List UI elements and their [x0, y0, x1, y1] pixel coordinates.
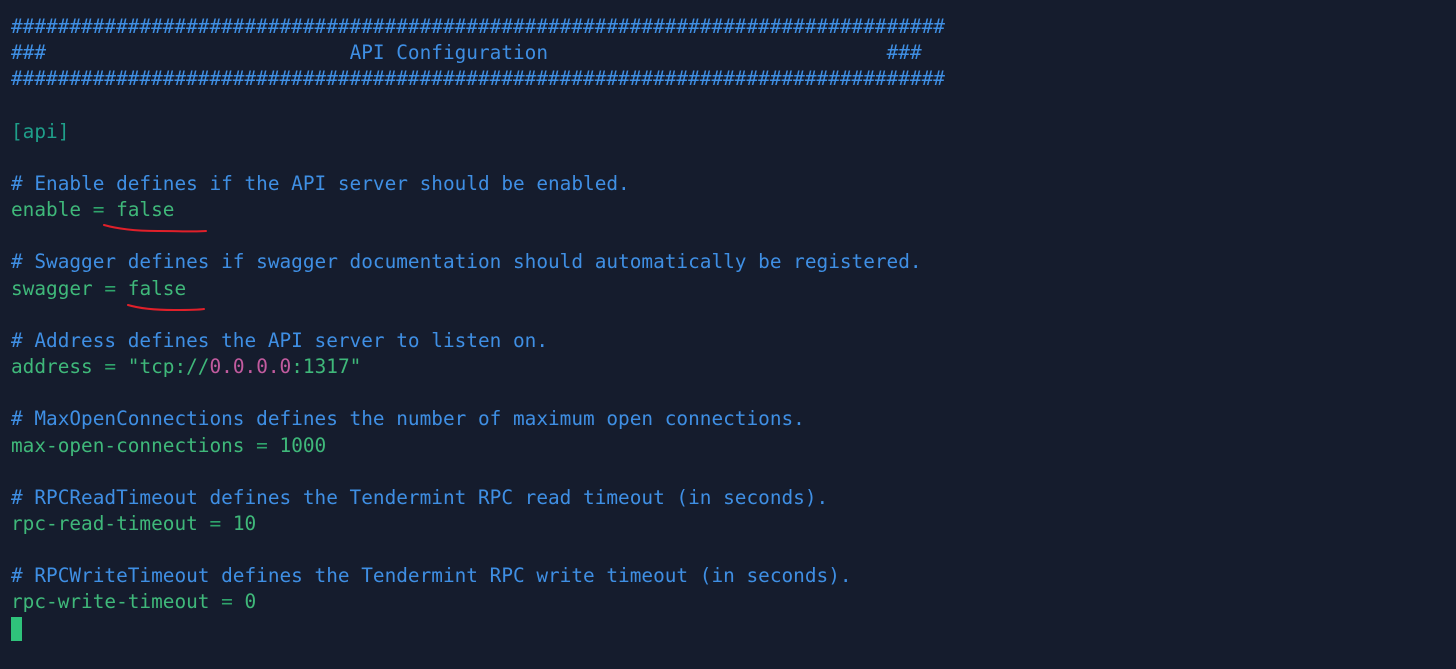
setting-operator: =	[197, 511, 233, 535]
terminal-output[interactable]: ########################################…	[11, 14, 1451, 642]
header-title-prefix: ###	[11, 41, 47, 65]
setting-comment-enable: # Enable defines if the API server shoul…	[11, 171, 630, 195]
setting-key-rpc-read-timeout: rpc-read-timeout	[11, 511, 198, 535]
header-border-top: ########################################…	[11, 15, 945, 38]
setting-operator: =	[92, 276, 128, 300]
header-title-pad-right	[548, 41, 887, 64]
setting-comment-rpc-write-timeout: # RPCWriteTimeout defines the Tendermint…	[11, 564, 852, 588]
text-cursor[interactable]	[11, 617, 22, 642]
setting-line-swagger: swagger = false	[11, 276, 1451, 302]
setting-comment-max-open-connections: # MaxOpenConnections defines the number …	[11, 407, 805, 431]
setting-line-rpc-write-timeout: rpc-write-timeout = 0	[11, 589, 1451, 615]
setting-line-rpc-read-timeout: rpc-read-timeout = 10	[11, 511, 1451, 537]
setting-operator: =	[81, 198, 117, 222]
header-title: API Configuration	[349, 41, 549, 65]
setting-line-address: address = "tcp://0.0.0.0:1317"	[11, 354, 1451, 380]
setting-comment-address: # Address defines the API server to list…	[11, 328, 549, 352]
setting-value-address-port: 1317	[302, 355, 350, 379]
header-title-line: ### API Configuration ###	[11, 40, 1451, 66]
setting-value-address-sep: :	[291, 355, 303, 379]
setting-comment-swagger: # Swagger defines if swagger documentati…	[11, 250, 922, 274]
setting-key-max-open-connections: max-open-connections	[11, 433, 245, 457]
setting-value-enable: false	[116, 198, 175, 222]
setting-line-max-open-connections: max-open-connections = 1000	[11, 433, 1451, 459]
setting-operator: =	[209, 590, 245, 614]
setting-value-max-open-connections: 1000	[279, 433, 327, 457]
setting-value-rpc-write-timeout: 0	[244, 590, 257, 614]
header-title-suffix: ###	[886, 41, 922, 65]
setting-key-rpc-write-timeout: rpc-write-timeout	[11, 590, 210, 614]
header-title-pad-left	[46, 41, 350, 64]
setting-value-address-prefix: "tcp://	[127, 355, 210, 379]
setting-key-enable: enable	[11, 198, 82, 222]
cursor-line	[11, 616, 1451, 642]
setting-value-swagger: false	[127, 276, 187, 300]
setting-operator: =	[244, 433, 280, 457]
setting-key-swagger: swagger	[11, 276, 93, 300]
setting-value-address-ip: 0.0.0.0	[209, 355, 292, 379]
header-border-bottom: ########################################…	[11, 67, 945, 91]
setting-key-address: address	[11, 355, 93, 379]
section-header: [api]	[11, 119, 70, 143]
setting-value-rpc-read-timeout: 10	[232, 511, 257, 535]
setting-comment-rpc-read-timeout: # RPCReadTimeout defines the Tendermint …	[11, 485, 829, 509]
setting-line-enable: enable = false	[11, 197, 1451, 223]
setting-operator: =	[92, 355, 128, 379]
setting-value-address-suffix: "	[349, 355, 362, 379]
